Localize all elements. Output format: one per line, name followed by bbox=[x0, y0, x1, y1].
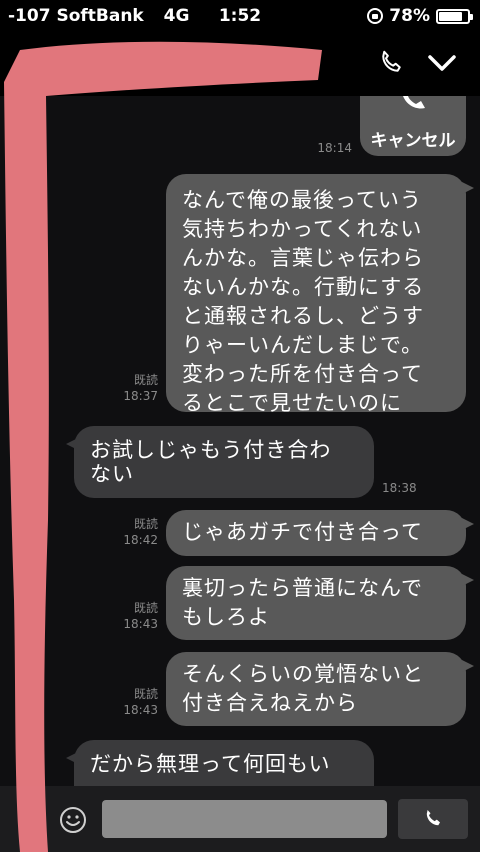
message-time: 18:43 bbox=[123, 617, 158, 631]
message-line: 変わった所を付き合って bbox=[182, 362, 423, 386]
chevron-down-icon[interactable] bbox=[426, 50, 458, 80]
message-line: お試しじゃもう付き合わ bbox=[90, 438, 332, 462]
incoming-message[interactable]: だから無理って何回もい bbox=[66, 740, 374, 786]
orientation-lock-icon bbox=[367, 8, 384, 24]
message-line: 付き合えねえから bbox=[182, 691, 358, 715]
call-button[interactable] bbox=[398, 799, 468, 839]
outgoing-message[interactable]: なんで俺の最後っていう 気持ちわかってくれない んかな。言葉じゃ伝わら ないんか… bbox=[166, 174, 474, 415]
message-line: ない bbox=[90, 462, 134, 486]
battery-fill bbox=[439, 11, 463, 21]
message-line: ないんかな。行動にする bbox=[182, 275, 425, 299]
message-line: なんで俺の最後っていう bbox=[182, 188, 422, 212]
message-meta: 既読 18:42 bbox=[116, 516, 158, 548]
battery-tip bbox=[470, 13, 473, 20]
message-time: 18:37 bbox=[123, 389, 158, 403]
read-receipt: 既読 bbox=[133, 601, 158, 615]
message-time: 18:38 bbox=[382, 481, 417, 495]
message-line: るとこで見せたいのに bbox=[182, 391, 402, 415]
message-meta: 既読 18:43 bbox=[116, 686, 158, 718]
cancel-label: キャンセル bbox=[370, 131, 456, 151]
message-time: 18:43 bbox=[123, 703, 158, 717]
chat-area[interactable]: キャンセル 18:14 なんで俺の最後っていう 気持ちわかってくれない んかな。… bbox=[0, 96, 480, 786]
chat-header bbox=[0, 32, 480, 96]
battery-icon bbox=[436, 8, 473, 24]
outgoing-message[interactable]: じゃあガチで付き合って bbox=[166, 510, 474, 556]
outgoing-message[interactable]: そんくらいの覚悟ないと 付き合えねえから bbox=[166, 652, 474, 726]
message-line: と通報されるし、どうす bbox=[182, 304, 424, 328]
message-line: じゃあガチで付き合って bbox=[182, 520, 423, 544]
read-receipt: 既読 bbox=[133, 373, 158, 387]
status-bar: -107 SoftBank 4G 1:52 78% bbox=[0, 0, 480, 32]
battery-percent: 78% bbox=[389, 6, 430, 26]
message-time: 18:14 bbox=[317, 141, 352, 155]
message-meta: 既読 18:43 bbox=[116, 600, 158, 632]
message-line: そんくらいの覚悟ないと bbox=[182, 662, 424, 686]
message-line: 気持ちわかってくれない bbox=[182, 217, 423, 241]
smile-icon[interactable] bbox=[58, 805, 88, 839]
status-right-group: 78% bbox=[367, 6, 473, 26]
message-line: 裏切ったら普通になんで bbox=[182, 576, 423, 600]
message-line: だから無理って何回もい bbox=[90, 752, 331, 776]
message-line: りゃーいんだしまじで。 bbox=[182, 333, 424, 357]
call-cancel-bubble[interactable]: キャンセル bbox=[360, 96, 466, 156]
phone-icon bbox=[426, 810, 440, 826]
message-time: 18:42 bbox=[123, 533, 158, 547]
read-receipt: 既読 bbox=[133, 517, 158, 531]
phone-icon[interactable] bbox=[376, 48, 406, 82]
outgoing-message[interactable]: 裏切ったら普通になんで もしろよ bbox=[166, 566, 474, 640]
incoming-message[interactable]: お試しじゃもう付き合わ ない bbox=[66, 426, 374, 498]
message-meta: 既読 18:37 bbox=[116, 372, 158, 404]
phone-icon bbox=[403, 96, 425, 109]
read-receipt: 既読 bbox=[133, 687, 158, 701]
message-line: んかな。言葉じゃ伝わら bbox=[182, 246, 424, 270]
message-input[interactable] bbox=[102, 800, 387, 838]
message-line: もしろよ bbox=[182, 605, 270, 629]
